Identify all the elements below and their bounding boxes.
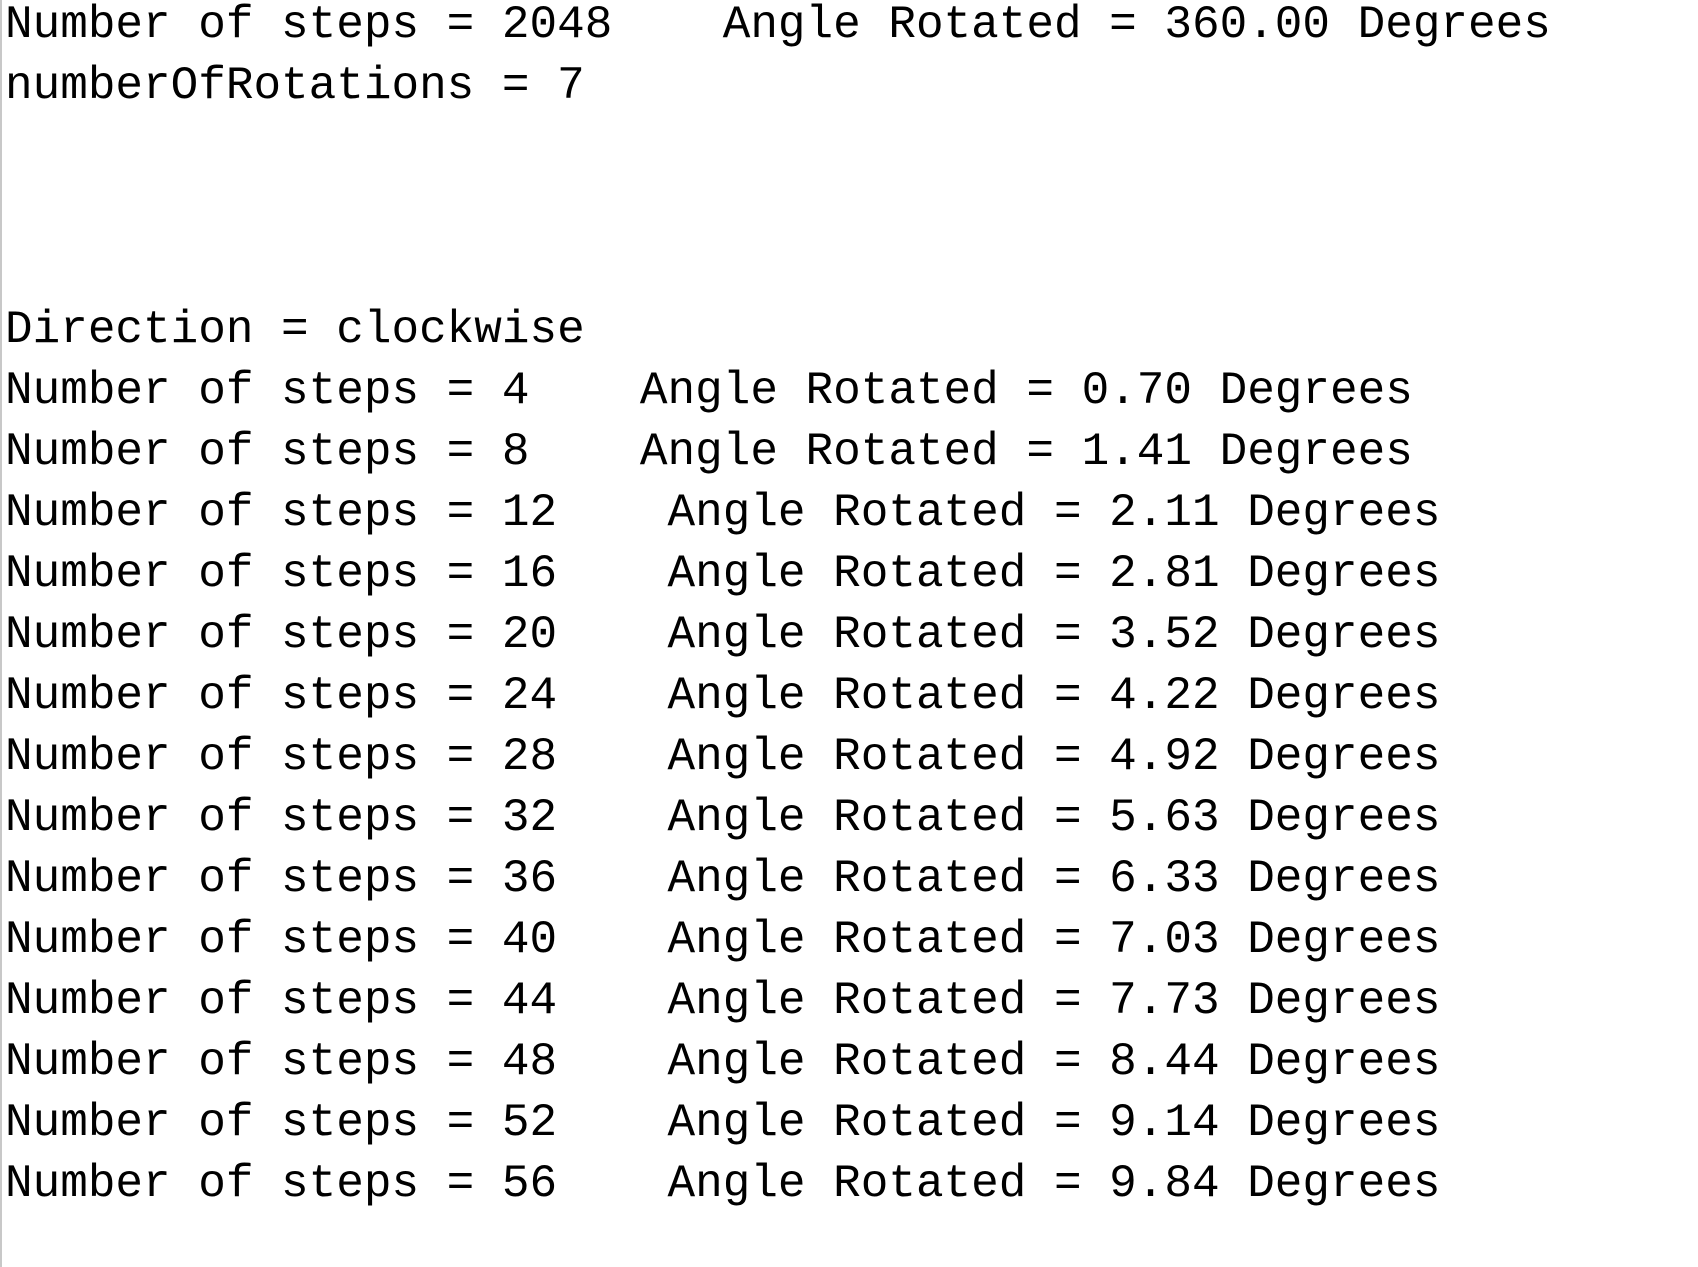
output-line-step: Number of steps = 16 Angle Rotated = 2.8… bbox=[5, 548, 1441, 600]
output-line-rotations: numberOfRotations = 7 bbox=[5, 60, 585, 112]
output-line-step: Number of steps = 48 Angle Rotated = 8.4… bbox=[5, 1036, 1441, 1088]
output-line-step: Number of steps = 20 Angle Rotated = 3.5… bbox=[5, 609, 1441, 661]
output-line-step: Number of steps = 40 Angle Rotated = 7.0… bbox=[5, 914, 1441, 966]
output-line-step: Number of steps = 36 Angle Rotated = 6.3… bbox=[5, 853, 1441, 905]
output-line-direction: Direction = clockwise bbox=[5, 304, 585, 356]
output-line-step: Number of steps = 8 Angle Rotated = 1.41… bbox=[5, 426, 1413, 478]
output-line-step: Number of steps = 28 Angle Rotated = 4.9… bbox=[5, 731, 1441, 783]
output-line-total-steps: Number of steps = 2048 Angle Rotated = 3… bbox=[5, 0, 1551, 51]
output-line-step-partial: Number of steps = 56 Angle Rotated = 9.8… bbox=[5, 1158, 1441, 1210]
output-line-step: Number of steps = 32 Angle Rotated = 5.6… bbox=[5, 792, 1441, 844]
output-line-step: Number of steps = 52 Angle Rotated = 9.1… bbox=[5, 1097, 1441, 1149]
output-line-step: Number of steps = 44 Angle Rotated = 7.7… bbox=[5, 975, 1441, 1027]
serial-monitor-output[interactable]: Number of steps = 2048 Angle Rotated = 3… bbox=[0, 0, 1698, 1267]
output-line-step: Number of steps = 4 Angle Rotated = 0.70… bbox=[5, 365, 1413, 417]
output-line-step: Number of steps = 24 Angle Rotated = 4.2… bbox=[5, 670, 1441, 722]
output-line-step: Number of steps = 12 Angle Rotated = 2.1… bbox=[5, 487, 1441, 539]
